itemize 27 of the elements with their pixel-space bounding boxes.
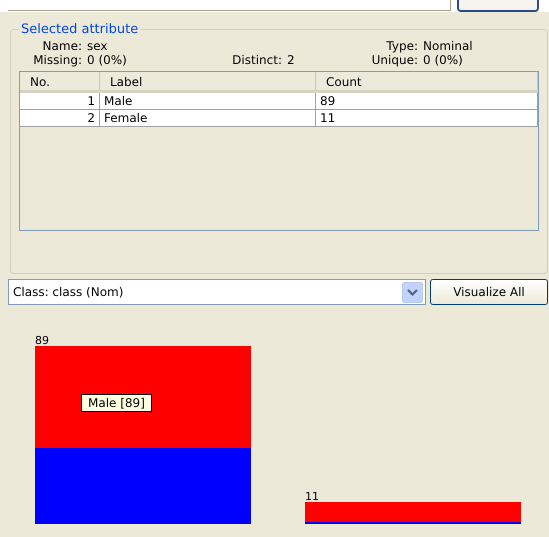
table-cell: Female [100, 110, 316, 126]
button[interactable] [457, 0, 539, 12]
table-cell: 11 [316, 110, 538, 126]
table-cell: 1 [20, 93, 100, 109]
stat-label: Type: [385, 39, 419, 53]
text-field[interactable] [8, 0, 451, 11]
stat-label: Missing: [32, 53, 83, 67]
class-dropdown[interactable]: Class: class (Nom) [8, 279, 426, 305]
stat-label: Unique: [370, 53, 419, 67]
table-cell: 2 [20, 110, 100, 126]
table-cell: 89 [316, 93, 538, 109]
table-cell: Male [100, 93, 316, 109]
bar-value-label: 89 [35, 334, 49, 347]
stat-label: Name: [42, 39, 83, 53]
stat-value: 0 (0%) [423, 53, 464, 67]
bar-value-label: 11 [305, 490, 319, 503]
stat-label: Distinct: [231, 53, 283, 67]
panel-title: Selected attribute [20, 22, 140, 37]
tooltip: Male [89] [81, 394, 152, 412]
visualize-all-button[interactable]: Visualize All [430, 279, 548, 305]
column-header[interactable]: No. [20, 72, 100, 90]
stat-value: 2 [287, 53, 296, 67]
column-header[interactable]: Count [316, 72, 538, 90]
stat-value: sex [87, 39, 109, 53]
stat-value: 0 (0%) [87, 53, 128, 67]
stat-value: Nominal [423, 39, 474, 53]
column-header[interactable]: Label [100, 72, 316, 90]
